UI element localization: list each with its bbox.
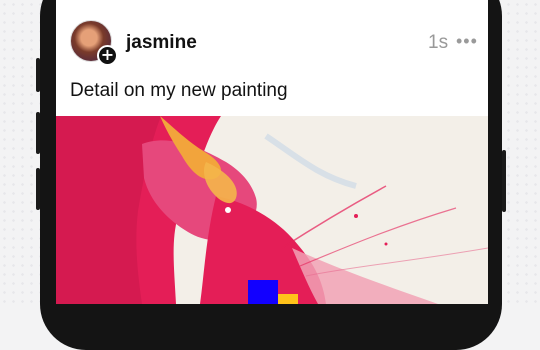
username[interactable]: jasmine — [126, 32, 197, 54]
abstract-painting-icon — [56, 116, 488, 304]
post-image-painting[interactable] — [56, 116, 488, 304]
post-timestamp: 1s — [428, 32, 449, 53]
phone-side-button-left-3 — [36, 168, 40, 210]
phone-side-button-left-1 — [36, 58, 40, 92]
post-caption: Detail on my new painting — [70, 80, 288, 101]
follow-plus-icon[interactable]: + — [97, 45, 118, 66]
post-header: + jasmine 1s ••• — [56, 0, 488, 80]
phone-screen: + jasmine 1s ••• Detail on my new painti… — [56, 0, 488, 304]
more-options-icon[interactable]: ••• — [456, 32, 477, 52]
phone-side-button-left-2 — [36, 112, 40, 154]
phone-side-button-right — [502, 150, 506, 212]
